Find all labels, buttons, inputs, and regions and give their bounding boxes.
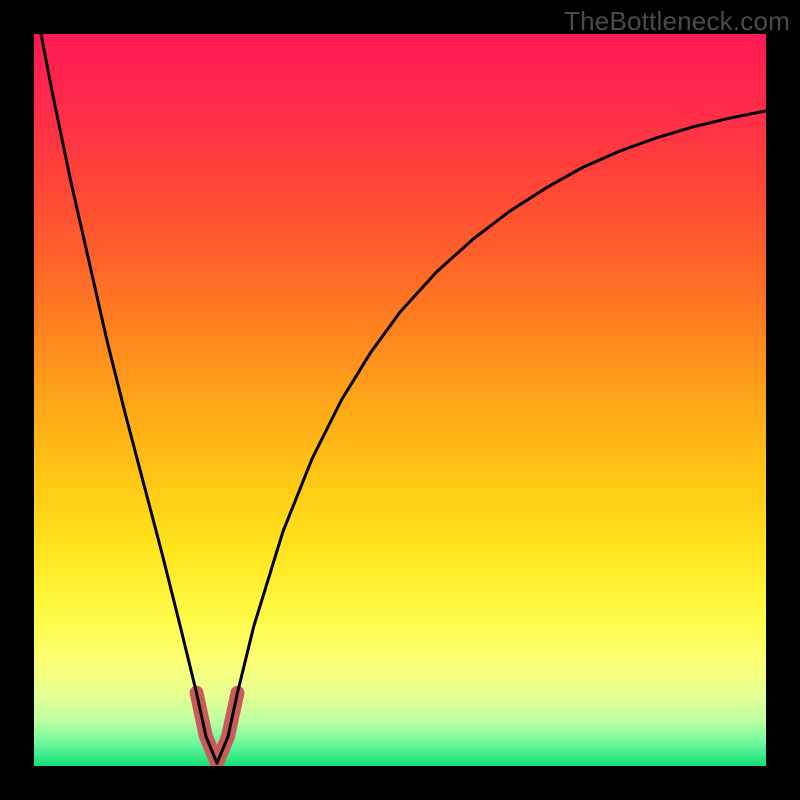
bottleneck-curve-line	[34, 34, 766, 763]
curve-layer	[34, 34, 766, 766]
watermark-text: TheBottleneck.com	[564, 6, 790, 37]
chart-frame: TheBottleneck.com	[0, 0, 800, 800]
plot-area	[34, 34, 766, 766]
